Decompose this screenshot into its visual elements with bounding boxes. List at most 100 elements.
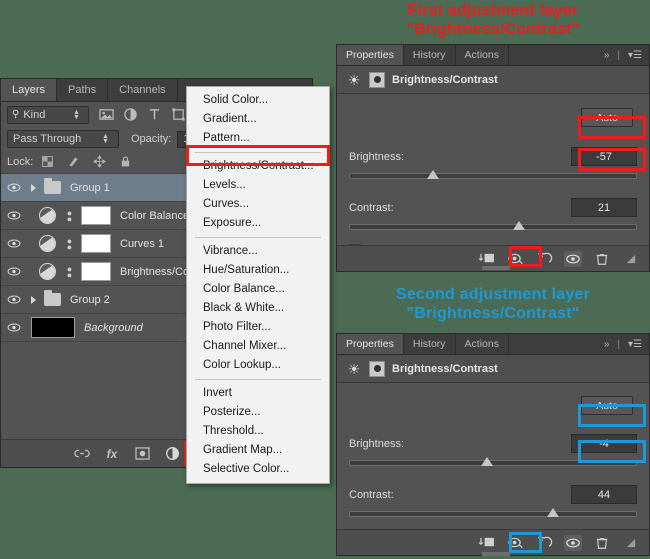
clip-to-layer-icon[interactable] [477,251,495,267]
tab-channels[interactable]: Channels [108,79,178,101]
contrast-slider-knob[interactable] [512,221,525,230]
layer-mask-thumbnail[interactable] [81,234,111,253]
properties-tabbar-first: Properties History Actions » | ▾☰ [337,45,649,66]
contrast-slider[interactable] [349,221,637,230]
menu-divider [195,152,321,153]
tab-properties[interactable]: Properties [337,334,404,354]
opacity-label: Opacity: [131,133,172,145]
menu-item-black-and-white[interactable]: Black & White... [187,299,329,318]
adjustment-layer-filter-icon[interactable] [123,107,138,122]
shape-layer-filter-icon[interactable] [171,107,186,122]
reset-icon[interactable] [535,535,553,551]
brightness-slider-knob[interactable] [481,457,494,466]
view-previous-state-icon[interactable] [506,535,524,551]
toggle-visibility-icon[interactable] [564,534,582,551]
layer-style-fx-icon[interactable]: fx [104,446,120,462]
brightness-slider[interactable] [349,457,637,466]
tab-history[interactable]: History [403,45,456,65]
menu-item-channel-mixer[interactable]: Channel Mixer... [187,337,329,356]
menu-item-vibrance[interactable]: Vibrance... [187,242,329,261]
menu-item-hue-saturation[interactable]: Hue/Saturation... [187,261,329,280]
menu-item-photo-filter[interactable]: Photo Filter... [187,318,329,337]
delete-icon[interactable] [593,251,611,267]
menu-item-selective-color[interactable]: Selective Color... [187,460,329,479]
tab-paths[interactable]: Paths [57,79,109,101]
folder-icon [44,178,61,194]
menu-item-color-lookup[interactable]: Color Lookup... [187,356,329,375]
link-layers-icon[interactable] [74,446,90,462]
eye-icon[interactable] [1,294,27,305]
eye-icon[interactable] [1,266,27,277]
background-layer-thumbnail[interactable] [31,317,75,338]
layer-mask-indicator-icon[interactable] [369,360,385,377]
group-disclosure-icon[interactable] [31,295,36,304]
collapse-to-icons-icon[interactable]: » [604,50,610,61]
pixel-layer-filter-icon[interactable] [99,107,114,122]
clip-to-layer-icon[interactable] [477,535,495,551]
tab-actions[interactable]: Actions [455,334,509,354]
menu-item-curves[interactable]: Curves... [187,195,329,214]
eye-icon[interactable] [1,182,27,193]
tab-layers[interactable]: Layers [1,79,58,101]
brightness-value[interactable]: -4 [571,434,637,453]
group-disclosure-icon[interactable] [31,183,36,192]
add-layer-mask-icon[interactable] [134,446,150,462]
link-mask-icon[interactable]: ● ● [64,264,75,279]
reset-icon[interactable] [535,251,553,267]
panel-menu-icon[interactable]: ▾☰ [628,339,642,350]
layer-mask-thumbnail[interactable] [81,206,111,225]
contrast-slider[interactable] [349,508,637,517]
auto-button[interactable]: Auto [581,108,633,127]
panel-scroll-grip-second[interactable] [482,552,510,556]
contrast-value[interactable]: 44 [571,485,637,504]
new-adjustment-layer-icon[interactable] [164,446,180,462]
panel-resize-grip-icon[interactable] [622,251,640,267]
lock-transparent-pixels-icon[interactable] [41,155,56,170]
menu-item-invert[interactable]: Invert [187,384,329,403]
menu-item-solid-color[interactable]: Solid Color... [187,91,329,110]
contrast-label: Contrast: [349,201,394,214]
panel-resize-grip-icon[interactable] [622,535,640,551]
menu-item-brightness-contrast[interactable]: Brightness/Contrast... [187,157,329,176]
layer-filter-kind-select[interactable]: ⚲ Kind ▲ ▼ [7,105,89,124]
properties-panel-first: Properties History Actions » | ▾☰ ☀ Brig… [336,44,650,272]
brightness-slider[interactable] [349,170,637,179]
menu-item-gradient-map[interactable]: Gradient Map... [187,441,329,460]
contrast-value[interactable]: 21 [571,198,637,217]
toggle-visibility-icon[interactable] [564,250,582,267]
collapse-to-icons-icon[interactable]: » [604,339,610,350]
link-mask-icon[interactable]: ● ● [64,208,75,223]
view-previous-state-icon[interactable] [506,251,524,267]
tab-history[interactable]: History [403,334,456,354]
auto-button[interactable]: Auto [581,396,633,415]
lock-image-pixels-icon[interactable] [67,155,82,170]
eye-icon[interactable] [1,210,27,221]
panel-menu-icon[interactable]: ▾☰ [628,50,642,61]
lock-position-icon[interactable] [93,154,108,170]
menu-item-gradient[interactable]: Gradient... [187,110,329,129]
contrast-slider-knob[interactable] [547,508,560,517]
lock-all-icon[interactable] [119,155,134,170]
layer-mask-indicator-icon[interactable] [369,71,385,88]
menu-item-exposure[interactable]: Exposure... [187,214,329,233]
delete-icon[interactable] [593,535,611,551]
brightness-slider-knob[interactable] [426,170,439,179]
layer-name: Curves 1 [120,237,165,250]
menu-item-threshold[interactable]: Threshold... [187,422,329,441]
menu-item-levels[interactable]: Levels... [187,176,329,195]
menu-item-posterize[interactable]: Posterize... [187,403,329,422]
type-layer-filter-icon[interactable] [147,107,162,122]
layer-mask-thumbnail[interactable] [81,262,111,281]
eye-icon[interactable] [1,322,27,333]
menu-item-color-balance[interactable]: Color Balance... [187,280,329,299]
brightness-value[interactable]: -57 [571,147,637,166]
panel-scroll-grip-first[interactable] [482,266,510,270]
blend-mode-select[interactable]: Pass Through ▲ ▼ [7,130,119,148]
menu-item-pattern[interactable]: Pattern... [187,129,329,148]
tab-actions[interactable]: Actions [455,45,509,65]
link-mask-icon[interactable]: ● ● [64,236,75,251]
layer-name: Group 2 [70,293,110,306]
eye-icon[interactable] [1,238,27,249]
tab-properties[interactable]: Properties [337,45,404,65]
brightness-control-second: Brightness: -4 [349,434,637,466]
